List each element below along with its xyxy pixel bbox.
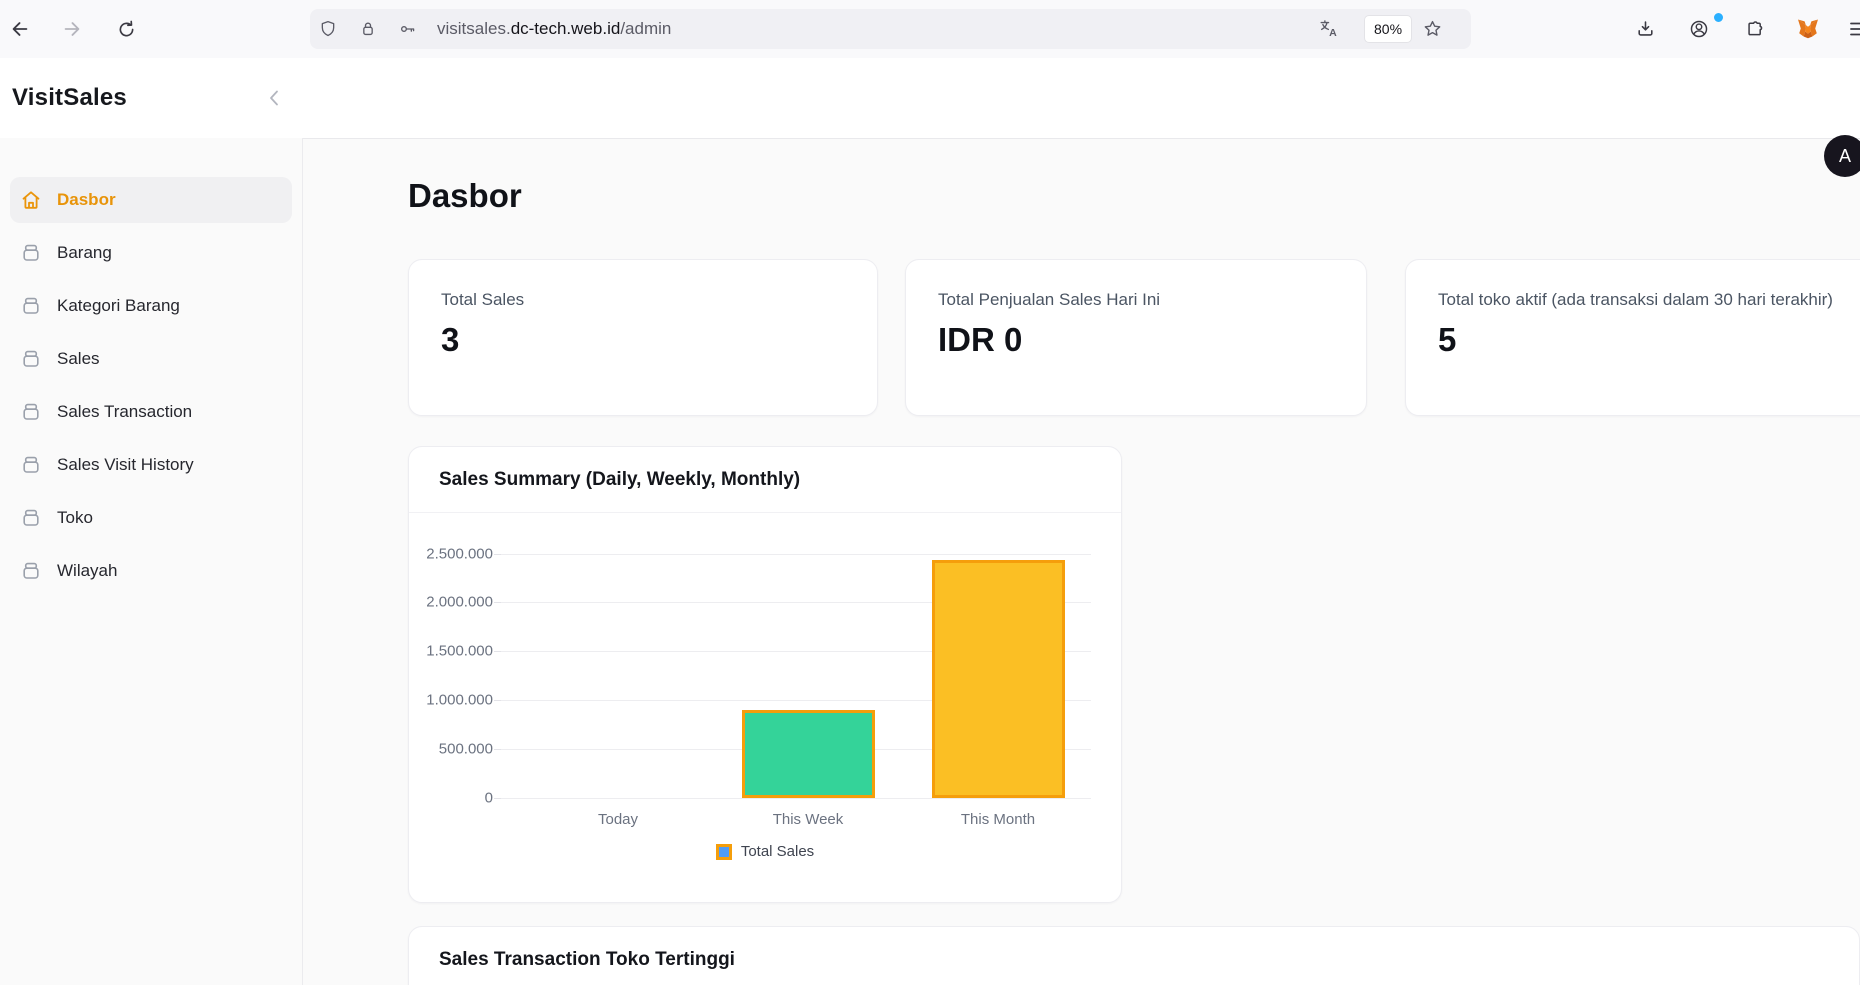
- archive-box-icon: [19, 506, 43, 530]
- chart-legend[interactable]: Total Sales: [409, 843, 1121, 860]
- axis-tick: [494, 554, 501, 555]
- forward-arrow-icon: [61, 18, 83, 40]
- x-axis-label: This Month: [918, 811, 1078, 828]
- axis-tick: [494, 798, 501, 799]
- stat-value: 5: [1438, 321, 1842, 359]
- stat-value: IDR 0: [938, 321, 1334, 359]
- translate-icon[interactable]: A: [1318, 18, 1340, 40]
- bar-this-week: [742, 710, 875, 798]
- puzzle-icon: [1744, 19, 1765, 40]
- account-icon: [1688, 18, 1710, 40]
- browser-window: visitsales.dc-tech.web.id/admin A 80%: [0, 0, 1860, 985]
- y-axis-tick-label: 500.000: [409, 741, 493, 758]
- axis-tick: [494, 700, 501, 701]
- archive-box-icon: [19, 294, 43, 318]
- downloads-button[interactable]: [1629, 13, 1661, 45]
- sidebar-item-sales-transaction[interactable]: Sales Transaction: [10, 389, 292, 435]
- archive-box-icon: [19, 241, 43, 265]
- stat-card-toko-aktif: Total toko aktif (ada transaksi dalam 30…: [1405, 259, 1860, 416]
- sidebar-item-kategori-barang[interactable]: Kategori Barang: [10, 283, 292, 329]
- chart-plot: Total Sales 2.500.000 2.000.000 1.500.000 1…: [409, 513, 1121, 902]
- sidebar-item-sales[interactable]: Sales: [10, 336, 292, 382]
- archive-box-icon: [19, 347, 43, 371]
- url-bar[interactable]: visitsales.dc-tech.web.id/admin A 80%: [310, 9, 1471, 49]
- sidebar: Dasbor Barang Kategori Barang Sales Sales Tr…: [0, 138, 303, 985]
- stat-label: Total toko aktif (ada transaksi dalam 30…: [1438, 289, 1842, 310]
- axis-tick: [494, 602, 501, 603]
- y-axis-tick-label: 1.000.000: [409, 692, 493, 709]
- download-icon: [1635, 19, 1656, 40]
- archive-box-icon: [19, 453, 43, 477]
- axis-tick: [494, 749, 501, 750]
- hamburger-icon: [1847, 17, 1860, 41]
- url-text[interactable]: visitsales.dc-tech.web.id/admin: [437, 9, 671, 49]
- account-button[interactable]: [1683, 13, 1715, 45]
- account-notification-dot: [1712, 11, 1725, 24]
- sidebar-item-label: Toko: [57, 508, 93, 528]
- chart-title: Sales Summary (Daily, Weekly, Monthly): [409, 447, 1121, 513]
- stat-label: Total Penjualan Sales Hari Ini: [938, 289, 1334, 310]
- chevron-left-icon: [268, 89, 280, 107]
- legend-marker: [716, 844, 732, 860]
- url-path: /admin: [620, 19, 671, 39]
- bookmark-star-icon[interactable]: [1422, 19, 1443, 40]
- sales-summary-card: Sales Summary (Daily, Weekly, Monthly) T…: [408, 446, 1122, 903]
- svg-text:A: A: [1329, 27, 1337, 39]
- sidebar-item-toko[interactable]: Toko: [10, 495, 292, 541]
- menu-button[interactable]: [1843, 13, 1860, 45]
- back-button[interactable]: [4, 13, 36, 45]
- extensions-button[interactable]: [1738, 13, 1770, 45]
- url-subdomain: visitsales.: [437, 19, 511, 39]
- x-axis-label: Today: [538, 811, 698, 828]
- url-domain: dc-tech.web.id: [511, 19, 621, 39]
- user-avatar[interactable]: A: [1824, 135, 1860, 177]
- browser-toolbar: visitsales.dc-tech.web.id/admin A 80%: [0, 0, 1860, 59]
- gridline: [501, 554, 1091, 555]
- axis-tick: [494, 651, 501, 652]
- reload-icon: [116, 19, 137, 40]
- legend-label: Total Sales: [741, 843, 814, 860]
- archive-box-icon: [19, 559, 43, 583]
- stat-label: Total Sales: [441, 289, 845, 310]
- forward-button[interactable]: [56, 13, 88, 45]
- stat-card-total-sales: Total Sales 3: [408, 259, 878, 416]
- sidebar-item-label: Sales: [57, 349, 100, 369]
- sales-transaction-toko-card: Sales Transaction Toko Tertinggi: [408, 926, 1860, 985]
- reload-button[interactable]: [110, 13, 142, 45]
- zoom-level-badge[interactable]: 80%: [1365, 16, 1411, 42]
- sidebar-item-sales-visit-history[interactable]: Sales Visit History: [10, 442, 292, 488]
- bottom-card-title: Sales Transaction Toko Tertinggi: [409, 927, 1859, 985]
- shield-icon[interactable]: [318, 19, 338, 39]
- back-arrow-icon: [9, 18, 31, 40]
- archive-box-icon: [19, 400, 43, 424]
- page-title: Dasbor: [408, 177, 522, 215]
- sidebar-item-label: Sales Transaction: [57, 402, 192, 422]
- stat-card-total-penjualan: Total Penjualan Sales Hari Ini IDR 0: [905, 259, 1367, 416]
- bar-this-month: [932, 560, 1065, 798]
- sidebar-item-dasbor[interactable]: Dasbor: [10, 177, 292, 223]
- y-axis-tick-label: 0: [409, 790, 493, 807]
- avatar-initial: A: [1839, 146, 1851, 167]
- sidebar-item-barang[interactable]: Barang: [10, 230, 292, 276]
- stat-value: 3: [441, 321, 845, 359]
- app-logo: VisitSales: [12, 58, 127, 138]
- sidebar-item-label: Dasbor: [57, 190, 116, 210]
- y-axis-tick-label: 1.500.000: [409, 643, 493, 660]
- metamask-extension-button[interactable]: [1792, 13, 1824, 45]
- y-axis-tick-label: 2.000.000: [409, 594, 493, 611]
- sidebar-item-wilayah[interactable]: Wilayah: [10, 548, 292, 594]
- gridline: [501, 798, 1091, 799]
- sidebar-item-label: Wilayah: [57, 561, 117, 581]
- lock-icon[interactable]: [358, 19, 378, 39]
- metamask-fox-icon: [1796, 17, 1820, 41]
- sidebar-item-label: Barang: [57, 243, 112, 263]
- key-icon[interactable]: [398, 19, 418, 39]
- sidebar-item-label: Sales Visit History: [57, 455, 194, 475]
- sidebar-item-label: Kategori Barang: [57, 296, 180, 316]
- y-axis-tick-label: 2.500.000: [409, 545, 493, 562]
- app-header: VisitSales A: [0, 58, 1860, 139]
- x-axis-label: This Week: [728, 811, 888, 828]
- home-icon: [19, 188, 43, 212]
- sidebar-collapse-button[interactable]: [262, 86, 286, 110]
